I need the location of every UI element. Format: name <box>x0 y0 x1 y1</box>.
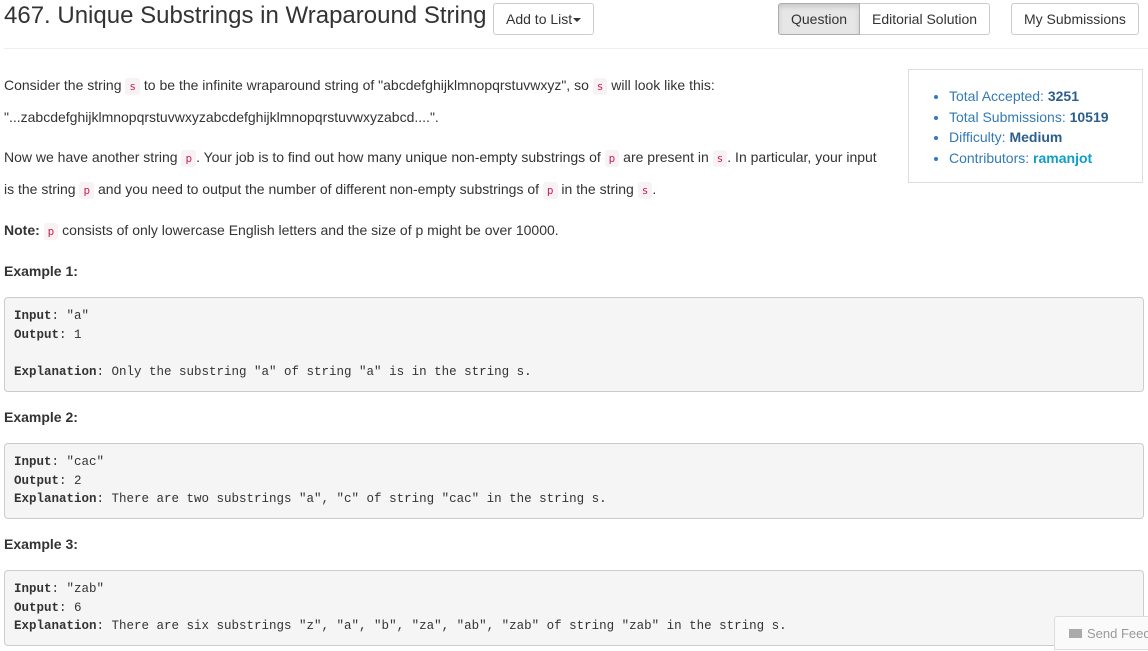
envelope-icon <box>1069 629 1082 639</box>
example-1-block: Input: "a" Output: 1 Explanation: Only t… <box>4 297 1144 392</box>
code-p: p <box>542 182 558 199</box>
output-label: Output <box>14 600 60 615</box>
tab-editorial-solution[interactable]: Editorial Solution <box>860 3 991 35</box>
input-value: : "a" <box>51 309 90 323</box>
stat-value: 3251 <box>1047 88 1079 104</box>
code-s: s <box>637 182 653 199</box>
caret-down-icon <box>573 18 582 23</box>
stat-value: Medium <box>1009 129 1063 146</box>
explanation-value: : There are six substrings "z", "a", "b"… <box>96 619 787 633</box>
code-p: p <box>604 150 620 167</box>
add-to-list-button[interactable]: Add to List <box>493 3 595 35</box>
send-feedback-button[interactable]: Send Feedback <box>1054 616 1148 650</box>
text-span: to be the infinite wraparound string of … <box>140 77 593 93</box>
explanation-value: : There are two substrings "a", "c" of s… <box>96 492 607 506</box>
code-p: p <box>43 223 59 240</box>
text-span: in the string <box>557 181 638 197</box>
text-span: are present in <box>619 149 713 165</box>
description-paragraph-2: Now we have another string p. Your job i… <box>4 142 884 206</box>
code-p: p <box>79 182 95 199</box>
output-label: Output <box>14 473 60 488</box>
explanation-value: : Only the substring "a" of string "a" i… <box>96 364 532 379</box>
explanation-label: Explanation <box>14 364 97 379</box>
output-value: : 1 <box>59 327 82 342</box>
text-span: and you need to output the number of dif… <box>94 181 543 197</box>
contributor-link[interactable]: ramanjot <box>1033 150 1092 166</box>
code-s: s <box>712 150 728 167</box>
code-p: p <box>181 150 197 167</box>
output-value: : 6 <box>59 600 82 615</box>
stat-label: Contributors: <box>949 149 1034 166</box>
stat-total-submissions: Total Submissions: 10519 <box>949 107 1142 128</box>
input-value: : "cac" <box>51 455 105 469</box>
stat-total-accepted: Total Accepted: 3251 <box>949 86 1142 107</box>
tab-question[interactable]: Question <box>778 3 861 35</box>
stat-label: Total Submissions: <box>949 108 1070 125</box>
stat-contributors: Contributors: ramanjot <box>949 148 1142 169</box>
example-3-block: Input: "zab" Output: 6 Explanation: Ther… <box>4 570 1144 646</box>
stat-difficulty: Difficulty: Medium <box>949 127 1142 148</box>
note-label: Note: <box>4 222 40 238</box>
text-span: . Your job is to find out how many uniqu… <box>196 149 605 165</box>
explanation-label: Explanation <box>14 619 97 633</box>
my-submissions-button[interactable]: My Submissions <box>1011 3 1139 35</box>
example-2-block: Input: "cac" Output: 2 Explanation: Ther… <box>4 443 1144 519</box>
stat-label: Difficulty: <box>949 129 1010 146</box>
example-2-heading: Example 2: <box>4 409 78 425</box>
example-1-heading: Example 1: <box>4 263 78 279</box>
page-title: 467. Unique Substrings in Wraparound Str… <box>4 2 487 29</box>
question-stats-box: Total Accepted: 3251 Total Submissions: … <box>908 69 1143 183</box>
add-to-list-label: Add to List <box>506 11 573 27</box>
text-span: Now we have another string <box>4 149 182 165</box>
note-paragraph: Note: p consists of only lowercase Engli… <box>4 215 884 247</box>
text-span: consists of only lowercase English lette… <box>58 222 559 238</box>
example-3-heading: Example 3: <box>4 536 78 552</box>
input-label: Input <box>14 582 52 596</box>
text-span: . <box>652 181 657 197</box>
send-feedback-label: Send Feedback <box>1087 626 1148 641</box>
input-label: Input <box>14 455 52 469</box>
explanation-label: Explanation <box>14 492 97 506</box>
output-label: Output <box>14 327 60 342</box>
code-s: s <box>125 78 141 95</box>
stats-list: Total Accepted: 3251 Total Submissions: … <box>909 70 1142 168</box>
input-label: Input <box>14 309 52 323</box>
stat-value: 10519 <box>1069 108 1109 125</box>
description-paragraph-1: Consider the string s to be the infinite… <box>4 70 884 133</box>
input-value: : "zab" <box>51 582 105 596</box>
stat-label: Total Accepted: <box>949 88 1048 104</box>
output-value: : 2 <box>59 473 82 488</box>
code-s: s <box>592 78 608 95</box>
text-span: Consider the string <box>4 77 126 93</box>
